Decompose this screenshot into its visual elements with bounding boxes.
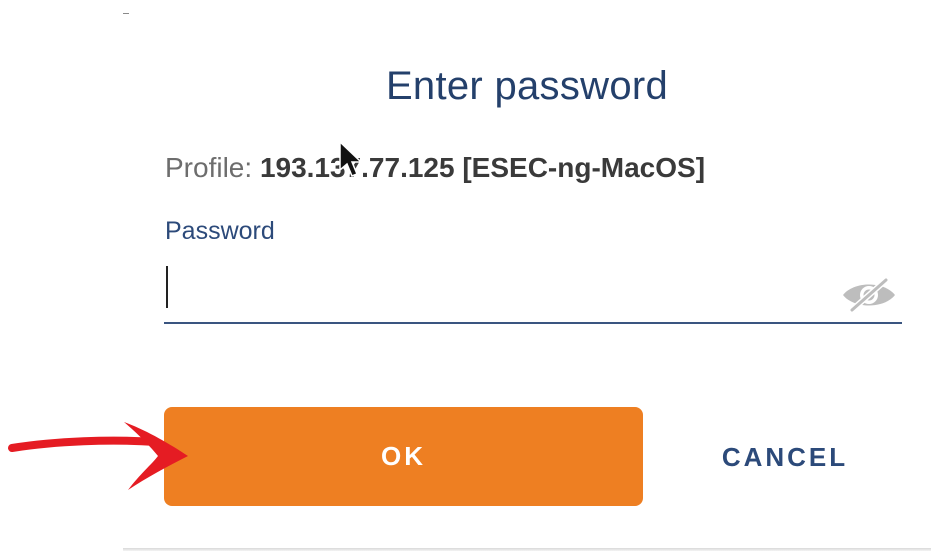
password-label: Password: [165, 217, 275, 245]
ok-button[interactable]: OK: [164, 407, 643, 506]
profile-label: Profile:: [165, 152, 253, 183]
profile-line: Profile: 193.137.77.125 [ESEC-ng-MacOS]: [165, 152, 705, 184]
dialog-bottom-edge: [123, 548, 931, 551]
dialog-title: Enter password: [385, 64, 669, 108]
cancel-button[interactable]: CANCEL: [690, 420, 880, 494]
password-input[interactable]: [164, 256, 824, 320]
eye-off-icon[interactable]: [840, 276, 898, 314]
screenshot-stage: Enter password Profile: 193.137.77.125 […: [0, 0, 931, 552]
profile-value: 193.137.77.125 [ESEC-ng-MacOS]: [259, 152, 706, 183]
text-caret: [166, 266, 168, 308]
red-arrow-icon: [8, 422, 188, 490]
mouse-pointer-icon: [339, 140, 362, 177]
password-field[interactable]: [164, 256, 902, 324]
